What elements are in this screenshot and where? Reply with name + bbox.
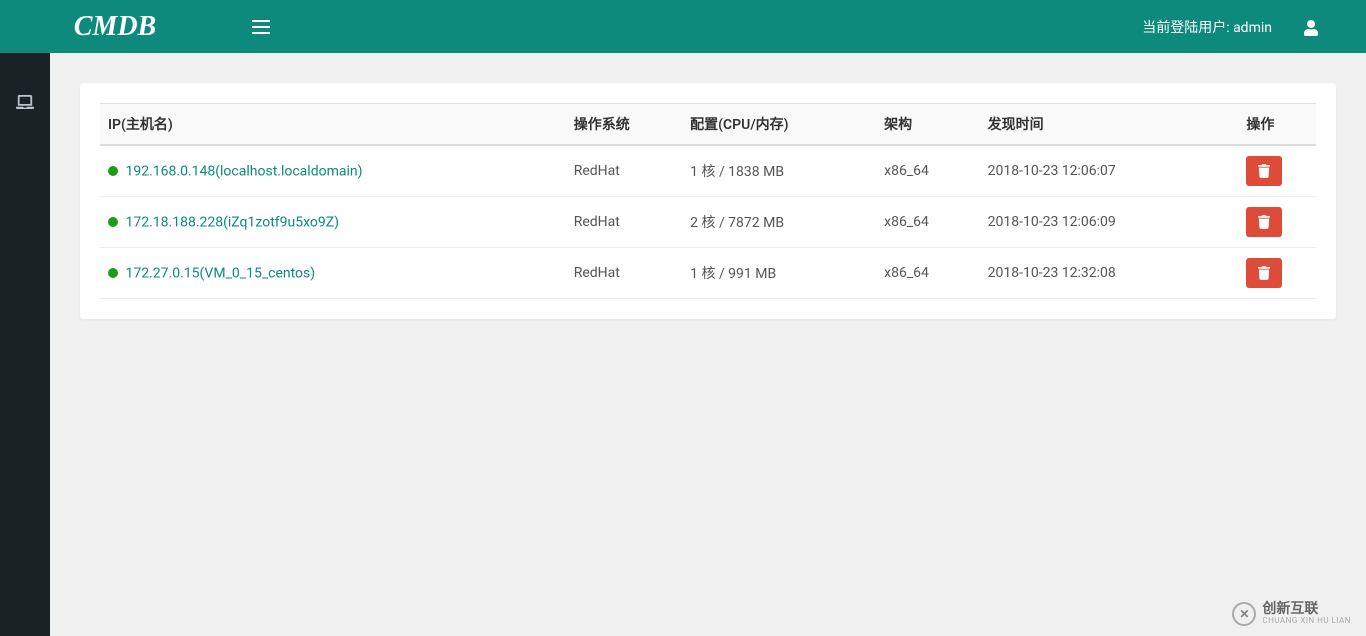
footer-brand-main: 创新互联 bbox=[1262, 602, 1351, 617]
cell-discovered: 2018-10-23 12:06:07 bbox=[980, 145, 1239, 197]
trash-icon bbox=[1258, 215, 1270, 229]
footer-brand-text: 创新互联 CHUANG XIN HU LIAN bbox=[1262, 602, 1351, 626]
table-row: 192.168.0.148(localhost.localdomain) Red… bbox=[100, 145, 1316, 197]
sidebar-item-hosts[interactable] bbox=[0, 81, 50, 121]
delete-button[interactable] bbox=[1246, 156, 1282, 186]
cell-action bbox=[1238, 145, 1316, 197]
host-link[interactable]: 172.27.0.15(VM_0_15_centos) bbox=[125, 265, 315, 281]
current-user-label: 当前登陆用户: admin bbox=[1142, 17, 1272, 37]
cell-config: 2 核 / 7872 MB bbox=[682, 197, 876, 248]
col-header-config: 配置(CPU/内存) bbox=[682, 104, 876, 146]
cell-action bbox=[1238, 248, 1316, 299]
cell-ip: 172.27.0.15(VM_0_15_centos) bbox=[100, 248, 566, 299]
cell-arch: x86_64 bbox=[876, 248, 979, 299]
table-row: 172.27.0.15(VM_0_15_centos) RedHat 1 核 /… bbox=[100, 248, 1316, 299]
cell-os: RedHat bbox=[566, 197, 682, 248]
cell-discovered: 2018-10-23 12:06:09 bbox=[980, 197, 1239, 248]
delete-button[interactable] bbox=[1246, 258, 1282, 288]
trash-icon bbox=[1258, 164, 1270, 178]
footer-brand: ✕ 创新互联 CHUANG XIN HU LIAN bbox=[1232, 602, 1351, 626]
cell-config: 1 核 / 1838 MB bbox=[682, 145, 876, 197]
cell-discovered: 2018-10-23 12:32:08 bbox=[980, 248, 1239, 299]
host-link[interactable]: 192.168.0.148(localhost.localdomain) bbox=[125, 163, 362, 179]
top-header: CMDB 当前登陆用户: admin bbox=[0, 0, 1366, 53]
status-dot-icon bbox=[108, 217, 118, 227]
col-header-discovered: 发现时间 bbox=[980, 104, 1239, 146]
delete-button[interactable] bbox=[1246, 207, 1282, 237]
main-content: IP(主机名) 操作系统 配置(CPU/内存) 架构 发现时间 操作 192.1… bbox=[50, 53, 1366, 636]
header-right: 当前登陆用户: admin bbox=[1142, 17, 1366, 37]
col-header-arch: 架构 bbox=[876, 104, 979, 146]
status-dot-icon bbox=[108, 268, 118, 278]
status-dot-icon bbox=[108, 166, 118, 176]
cell-arch: x86_64 bbox=[876, 197, 979, 248]
sidebar-toggle-area bbox=[230, 0, 270, 53]
trash-icon bbox=[1258, 266, 1270, 280]
layout: IP(主机名) 操作系统 配置(CPU/内存) 架构 发现时间 操作 192.1… bbox=[0, 53, 1366, 636]
logo-box: CMDB bbox=[0, 0, 230, 53]
laptop-icon bbox=[16, 94, 34, 108]
cell-action bbox=[1238, 197, 1316, 248]
hosts-card: IP(主机名) 操作系统 配置(CPU/内存) 架构 发现时间 操作 192.1… bbox=[80, 83, 1336, 319]
footer-brand-sub: CHUANG XIN HU LIAN bbox=[1262, 617, 1351, 626]
cell-arch: x86_64 bbox=[876, 145, 979, 197]
col-header-action: 操作 bbox=[1238, 104, 1316, 146]
table-row: 172.18.188.228(iZq1zotf9u5xo9Z) RedHat 2… bbox=[100, 197, 1316, 248]
col-header-os: 操作系统 bbox=[566, 104, 682, 146]
sidebar bbox=[0, 53, 50, 636]
cell-config: 1 核 / 991 MB bbox=[682, 248, 876, 299]
hosts-table: IP(主机名) 操作系统 配置(CPU/内存) 架构 发现时间 操作 192.1… bbox=[100, 103, 1316, 299]
table-header-row: IP(主机名) 操作系统 配置(CPU/内存) 架构 发现时间 操作 bbox=[100, 104, 1316, 146]
cell-ip: 192.168.0.148(localhost.localdomain) bbox=[100, 145, 566, 197]
hamburger-icon[interactable] bbox=[252, 20, 270, 34]
footer-brand-icon: ✕ bbox=[1232, 602, 1256, 626]
logo-text: CMDB bbox=[74, 11, 156, 43]
cell-os: RedHat bbox=[566, 248, 682, 299]
col-header-ip: IP(主机名) bbox=[100, 104, 566, 146]
host-link[interactable]: 172.18.188.228(iZq1zotf9u5xo9Z) bbox=[125, 214, 339, 230]
user-icon[interactable] bbox=[1304, 20, 1318, 34]
cell-os: RedHat bbox=[566, 145, 682, 197]
cell-ip: 172.18.188.228(iZq1zotf9u5xo9Z) bbox=[100, 197, 566, 248]
